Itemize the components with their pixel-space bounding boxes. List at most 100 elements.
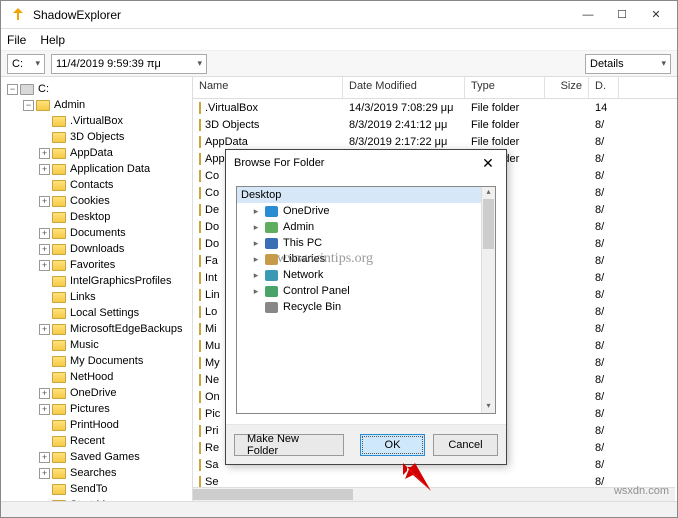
tree-item[interactable]: Music bbox=[3, 337, 190, 353]
minimize-button[interactable]: — bbox=[571, 4, 605, 26]
folder-icon bbox=[52, 196, 66, 207]
tree-item[interactable]: +Cookies bbox=[3, 193, 190, 209]
folder-item[interactable]: Recycle Bin bbox=[237, 299, 495, 315]
maximize-button[interactable]: ☐ bbox=[605, 4, 639, 26]
folder-item[interactable]: ▸Control Panel bbox=[237, 283, 495, 299]
col-date[interactable]: Date Modified bbox=[343, 77, 465, 98]
dialog-titlebar: Browse For Folder ✕ bbox=[226, 150, 506, 176]
tree-item[interactable]: NetHood bbox=[3, 369, 190, 385]
tree-item[interactable]: 3D Objects bbox=[3, 129, 190, 145]
user-icon bbox=[263, 220, 279, 234]
tree-item[interactable]: +Favorites bbox=[3, 257, 190, 273]
tree-item[interactable]: +Application Data bbox=[3, 161, 190, 177]
drive-combo-value: C: bbox=[12, 58, 23, 70]
tree-item[interactable]: IntelGraphicsProfiles bbox=[3, 273, 190, 289]
tree-item[interactable]: SendTo bbox=[3, 481, 190, 497]
expand-icon[interactable]: + bbox=[39, 324, 50, 335]
folder-icon bbox=[199, 340, 201, 352]
tree-label: Start Menu bbox=[70, 499, 124, 501]
tree-item[interactable]: PrintHood bbox=[3, 417, 190, 433]
expand-icon[interactable]: + bbox=[39, 468, 50, 479]
cancel-button[interactable]: Cancel bbox=[433, 434, 498, 456]
snapshot-combo[interactable]: 11/4/2019 9:59:39 πμ▾ bbox=[51, 54, 207, 74]
folder-item[interactable]: ▸Admin bbox=[237, 219, 495, 235]
scroll-down-icon[interactable]: ▾ bbox=[482, 401, 495, 413]
scrollbar-thumb[interactable] bbox=[193, 489, 353, 500]
chevron-right-icon[interactable]: ▸ bbox=[251, 238, 261, 249]
tree-item[interactable]: +Downloads bbox=[3, 241, 190, 257]
tree-item[interactable]: Recent bbox=[3, 433, 190, 449]
col-size[interactable]: Size bbox=[545, 77, 589, 98]
dialog-close-button[interactable]: ✕ bbox=[478, 155, 498, 172]
expand-icon[interactable]: + bbox=[39, 228, 50, 239]
scrollbar-thumb[interactable] bbox=[483, 199, 494, 249]
folder-item[interactable]: ▸OneDrive bbox=[237, 203, 495, 219]
drive-icon bbox=[20, 84, 34, 95]
folder-item-desktop[interactable]: Desktop bbox=[237, 187, 495, 203]
tree-item[interactable]: Contacts bbox=[3, 177, 190, 193]
tree-label: Searches bbox=[70, 467, 116, 479]
folder-icon bbox=[199, 119, 201, 131]
folder-item[interactable]: ▸This PC bbox=[237, 235, 495, 251]
expand-icon[interactable]: + bbox=[39, 148, 50, 159]
tree-item[interactable]: +Pictures bbox=[3, 401, 190, 417]
list-row[interactable]: .VirtualBox14/3/2019 7:08:29 μμFile fold… bbox=[193, 99, 677, 116]
tree-item[interactable]: + Searches bbox=[3, 465, 190, 481]
bin-icon bbox=[263, 300, 279, 314]
folder-icon bbox=[52, 420, 66, 431]
expand-icon[interactable]: + bbox=[39, 452, 50, 463]
tree-item[interactable]: +OneDrive bbox=[3, 385, 190, 401]
list-row[interactable]: 3D Objects8/3/2019 2:41:12 μμFile folder… bbox=[193, 116, 677, 133]
tree-root[interactable]: − C: bbox=[3, 81, 190, 97]
chevron-right-icon[interactable]: ▸ bbox=[251, 286, 261, 297]
col-name[interactable]: Name bbox=[193, 77, 343, 98]
menu-file[interactable]: File bbox=[7, 33, 26, 47]
folder-icon bbox=[52, 132, 66, 143]
scroll-up-icon[interactable]: ▴ bbox=[482, 187, 495, 199]
tree-item[interactable]: Links bbox=[3, 289, 190, 305]
tree-item[interactable]: Desktop bbox=[3, 209, 190, 225]
tree-label: Documents bbox=[70, 227, 126, 239]
tree-item[interactable]: + Documents bbox=[3, 225, 190, 241]
tree-item[interactable]: Local Settings bbox=[3, 305, 190, 321]
menu-help[interactable]: Help bbox=[40, 33, 65, 47]
tree-item[interactable]: +MicrosoftEdgeBackups bbox=[3, 321, 190, 337]
tree-admin[interactable]: − Admin bbox=[3, 97, 190, 113]
folder-icon bbox=[52, 340, 66, 351]
list-row[interactable]: AppData8/3/2019 2:17:22 μμFile folder8/ bbox=[193, 133, 677, 150]
drive-combo[interactable]: C:▾ bbox=[7, 54, 45, 74]
ok-button[interactable]: OK bbox=[360, 434, 425, 456]
chevron-right-icon[interactable]: ▸ bbox=[251, 270, 261, 281]
expand-icon[interactable]: + bbox=[39, 388, 50, 399]
expand-icon[interactable]: + bbox=[39, 196, 50, 207]
expand-icon[interactable]: + bbox=[39, 164, 50, 175]
collapse-icon[interactable]: − bbox=[23, 100, 34, 111]
tree-item[interactable]: +Saved Games bbox=[3, 449, 190, 465]
chevron-right-icon[interactable]: ▸ bbox=[251, 254, 261, 265]
folder-tree[interactable]: − C: − Admin .VirtualBox3D Objects+AppDa… bbox=[1, 77, 193, 501]
tree-item[interactable]: +AppData bbox=[3, 145, 190, 161]
horizontal-scrollbar[interactable] bbox=[193, 487, 675, 501]
make-new-folder-button[interactable]: Make New Folder bbox=[234, 434, 344, 456]
col-d[interactable]: D. bbox=[589, 77, 619, 98]
close-button[interactable]: ✕ bbox=[639, 4, 673, 26]
folder-icon bbox=[52, 404, 66, 415]
view-combo[interactable]: Details▾ bbox=[585, 54, 671, 74]
expand-icon[interactable]: + bbox=[39, 260, 50, 271]
folder-tree-box[interactable]: Desktop ▸OneDrive▸Admin▸This PC▸Librarie… bbox=[236, 186, 496, 414]
col-type[interactable]: Type bbox=[465, 77, 545, 98]
expand-icon[interactable]: + bbox=[39, 404, 50, 415]
expand-icon[interactable]: + bbox=[39, 244, 50, 255]
chevron-right-icon[interactable]: ▸ bbox=[251, 206, 261, 217]
folder-icon bbox=[199, 187, 201, 199]
vertical-scrollbar[interactable]: ▴ ▾ bbox=[481, 187, 495, 413]
folder-item[interactable]: ▸Libraries bbox=[237, 251, 495, 267]
tree-item[interactable]: .VirtualBox bbox=[3, 113, 190, 129]
tree-item[interactable]: Start Menu bbox=[3, 497, 190, 501]
folder-item[interactable]: ▸Network bbox=[237, 267, 495, 283]
folder-icon bbox=[199, 221, 201, 233]
chevron-right-icon[interactable]: ▸ bbox=[251, 222, 261, 233]
folder-icon bbox=[199, 306, 201, 318]
tree-item[interactable]: My Documents bbox=[3, 353, 190, 369]
collapse-icon[interactable]: − bbox=[7, 84, 18, 95]
